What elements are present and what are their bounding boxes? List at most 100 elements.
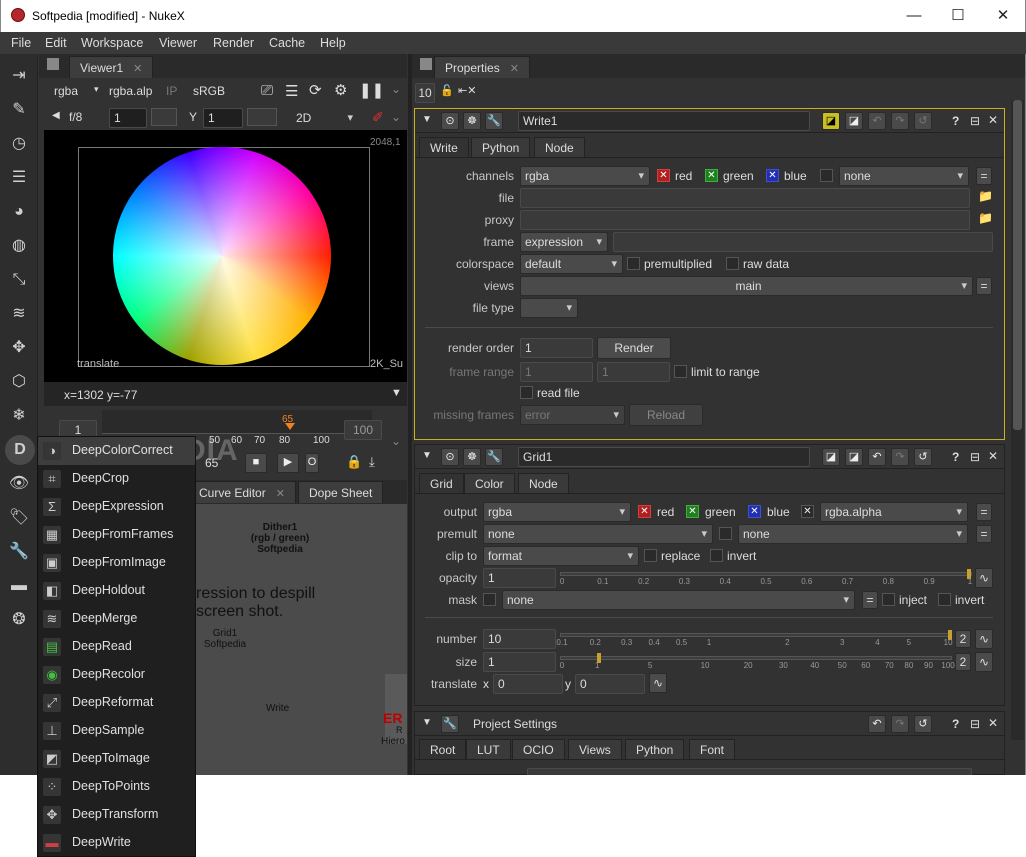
minimize-button[interactable]: — — [899, 4, 929, 28]
menu-render[interactable]: Render — [213, 36, 254, 50]
lock-icon[interactable]: 🔒 — [346, 454, 362, 470]
chevron-down-icon[interactable]: ⌄ — [391, 82, 401, 96]
dropdown-arrow-icon[interactable]: ▼ — [391, 387, 402, 399]
collapse-arrow-icon[interactable]: ▼ — [422, 114, 432, 125]
translate-x-field[interactable]: 0 — [493, 674, 563, 694]
float-icon[interactable]: ⊟ — [970, 450, 980, 464]
draw-tool-icon[interactable]: ✎ — [8, 99, 30, 121]
menu-item-deepreformat[interactable]: ⤢ DeepReformat — [38, 689, 195, 717]
pane-menu-icon[interactable] — [47, 58, 59, 70]
collapse-arrow-icon[interactable]: ▼ — [422, 450, 432, 461]
undo-icon[interactable]: ↶ — [868, 715, 886, 733]
menu-viewer[interactable]: Viewer — [159, 36, 197, 50]
color-tool-icon[interactable]: ◕ — [8, 201, 30, 223]
menu-item-deeptoimage[interactable]: ◩ DeepToImage — [38, 745, 195, 773]
tile-color-icon[interactable]: ◪ — [822, 112, 840, 130]
mask-checkbox[interactable] — [483, 593, 496, 606]
viewer-colorspace-select[interactable]: sRGB — [193, 84, 225, 98]
menu-item-deepholdout[interactable]: ◧ DeepHoldout — [38, 577, 195, 605]
menu-file[interactable]: File — [11, 36, 31, 50]
properties-scrollbar[interactable] — [1011, 100, 1024, 740]
curve-icon[interactable]: ∿ — [975, 568, 993, 588]
undo-icon[interactable]: ↶ — [868, 448, 886, 466]
size-field[interactable]: 1 — [483, 652, 556, 672]
scrollbar-thumb[interactable] — [1013, 100, 1022, 430]
float-icon[interactable]: ⊟ — [970, 717, 980, 731]
menu-item-deepcrop[interactable]: ⌗ DeepCrop — [38, 465, 195, 493]
menu-item-deeprecolor[interactable]: ◉ DeepRecolor — [38, 661, 195, 689]
chevron-down-icon[interactable]: ⌄ — [391, 110, 401, 124]
file-field[interactable] — [520, 188, 970, 208]
mask-select[interactable]: none — [502, 590, 855, 610]
replace-checkbox[interactable] — [644, 549, 657, 562]
frame-expression-field[interactable] — [613, 232, 993, 252]
size-split-button[interactable]: 2 — [955, 653, 971, 671]
toolsets-tool-icon[interactable]: 🔧 — [8, 541, 30, 563]
stop-button[interactable]: ■ — [245, 453, 267, 473]
curve-icon[interactable]: ∿ — [649, 673, 667, 693]
wrench-icon[interactable]: 🔧 — [485, 112, 503, 130]
link-button[interactable]: = — [976, 503, 992, 521]
redo-icon[interactable]: ↷ — [891, 112, 909, 130]
revert-icon[interactable]: ↺ — [914, 112, 932, 130]
furnace-tool-icon[interactable]: ❂ — [8, 609, 30, 631]
premultiplied-checkbox[interactable] — [627, 257, 640, 270]
pane-menu-icon[interactable] — [420, 58, 432, 70]
tab-dope-sheet[interactable]: Dope Sheet — [298, 481, 384, 503]
proxy-browser-icon[interactable]: 📁 — [978, 211, 993, 225]
write-node-label[interactable]: Write — [266, 703, 289, 714]
maximize-button[interactable]: ☐ — [943, 4, 973, 28]
tab-lut[interactable]: LUT — [466, 739, 511, 759]
curve-icon[interactable]: ∿ — [975, 652, 993, 672]
frame-slider[interactable]: 65 — [102, 410, 372, 434]
reload-button[interactable]: Reload — [629, 404, 703, 426]
settings-gear-icon[interactable]: ⚙ — [334, 81, 347, 99]
opacity-field[interactable]: 1 — [483, 568, 556, 588]
translate-y-field[interactable]: 0 — [575, 674, 645, 694]
viewer-alpha-select[interactable]: rgba.alp — [109, 84, 152, 98]
write1-name-field[interactable]: Write1 — [518, 111, 810, 131]
menu-item-deeptransform[interactable]: ✥ DeepTransform — [38, 801, 195, 829]
deep-tool-icon[interactable]: D — [5, 435, 35, 465]
premult-select[interactable]: none — [483, 524, 713, 544]
roi-icon[interactable]: ⎚ — [261, 82, 273, 99]
menu-item-deepfromframes[interactable]: ▦ DeepFromFrames — [38, 521, 195, 549]
menu-edit[interactable]: Edit — [45, 36, 67, 50]
other-tool-icon[interactable]: ▬ — [8, 575, 30, 597]
red-checkbox[interactable]: ✕ — [638, 505, 651, 518]
tab-views[interactable]: Views — [568, 739, 622, 759]
close-panel-icon[interactable]: ✕ — [988, 716, 998, 730]
wrench-icon[interactable]: 🔧 — [485, 448, 503, 466]
tab-root[interactable]: Root — [419, 739, 467, 759]
revert-icon[interactable]: ↺ — [914, 715, 932, 733]
redo-icon[interactable]: ↷ — [891, 448, 909, 466]
menu-workspace[interactable]: Workspace — [81, 36, 143, 50]
font-color-icon[interactable]: ◪ — [845, 112, 863, 130]
help-icon[interactable]: ? — [952, 114, 959, 128]
channel-tool-icon[interactable]: ☰ — [8, 167, 30, 189]
node-icon[interactable]: ☸ — [463, 448, 481, 466]
frame-range-start-field[interactable]: 1 — [520, 362, 593, 382]
collapse-arrow-icon[interactable]: ▼ — [422, 717, 432, 728]
menu-cache[interactable]: Cache — [269, 36, 305, 50]
keyer-tool-icon[interactable]: ⤡ — [8, 269, 30, 291]
file-browser-icon[interactable]: 📁 — [978, 189, 993, 203]
proxy-field[interactable] — [520, 210, 970, 230]
download-icon[interactable]: ⤓ — [369, 454, 375, 470]
grid1-name-field[interactable]: Grid1 — [518, 447, 810, 467]
close-panel-icon[interactable]: ✕ — [988, 113, 998, 127]
blue-checkbox[interactable]: ✕ — [748, 505, 761, 518]
clip-to-select[interactable]: format — [483, 546, 639, 566]
pause-icon[interactable]: ❚❚ — [359, 81, 384, 99]
number-split-button[interactable]: 2 — [955, 630, 971, 648]
tab-node[interactable]: Node — [518, 473, 569, 493]
premult-channel-select[interactable]: none — [738, 524, 968, 544]
menu-item-deepcolorcorrect[interactable]: ◑ DeepColorCorrect — [38, 437, 195, 465]
dither1-node-label[interactable]: Dither1 (rgb / green) Softpedia — [225, 522, 335, 555]
gamma-field[interactable]: 1 — [203, 108, 243, 128]
image-tool-icon[interactable]: ⇥ — [8, 65, 30, 87]
menu-item-deepexpression[interactable]: Σ DeepExpression — [38, 493, 195, 521]
viewer-canvas[interactable]: 2048,1 translate 2K_Su — [44, 130, 407, 382]
read-file-checkbox[interactable] — [520, 386, 533, 399]
green-checkbox[interactable]: ✕ — [705, 169, 718, 182]
